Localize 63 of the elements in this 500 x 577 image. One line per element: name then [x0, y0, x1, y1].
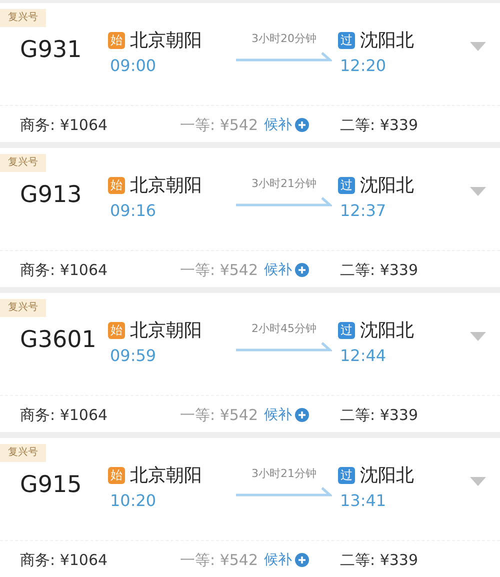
station-tag: 始 [108, 32, 125, 49]
waitlist-button[interactable]: 候补 [264, 260, 309, 281]
fare-text: 一等: ¥542 [180, 260, 258, 281]
train-number: G913 [20, 181, 83, 210]
plus-icon [295, 553, 309, 568]
station-name: 沈阳北 [360, 174, 414, 198]
fare-text: 二等: ¥339 [340, 550, 418, 571]
station-name: 沈阳北 [360, 29, 414, 53]
duration-text: 3小时21分钟 [252, 466, 316, 482]
train-number: G915 [20, 471, 83, 500]
dropdown-icon[interactable] [470, 332, 486, 342]
duration-text: 2小时45分钟 [252, 321, 316, 337]
station-tag: 过 [338, 322, 355, 339]
train-type-badge: 复兴号 [0, 154, 46, 172]
fare-text: 一等: ¥542 [180, 550, 258, 571]
station-tag: 始 [108, 177, 125, 194]
station-tag: 过 [338, 32, 355, 49]
plus-icon [295, 263, 309, 278]
fare-text: 商务: ¥1064 [20, 115, 108, 136]
fare-text: 商务: ¥1064 [20, 405, 108, 426]
dropdown-icon[interactable] [470, 477, 486, 486]
time-text: 12:44 [340, 345, 388, 367]
dropdown-icon[interactable] [470, 42, 486, 52]
plus-icon [295, 118, 309, 132]
waitlist-button[interactable]: 候补 [264, 404, 309, 426]
waitlist-button[interactable]: 候补 [264, 550, 309, 571]
time-text: 12:37 [340, 200, 388, 222]
station-name: 北京朝阳 [130, 319, 202, 343]
train-type-badge: 复兴号 [0, 444, 46, 462]
train-type-badge: 复兴号 [0, 299, 46, 317]
fare-text: 一等: ¥542 [180, 405, 258, 426]
duration-text: 3小时20分钟 [252, 31, 316, 47]
dropdown-icon[interactable] [470, 187, 486, 196]
time-text: 09:00 [110, 55, 158, 77]
train-card[interactable]: 复兴号 G913 始 北京朝阳 09:16 3小时21分钟 过 沈阳北 12:37 商务: ¥1064 一等: ¥542 候补 二等: ¥339 [0, 148, 500, 287]
train-number: G931 [20, 36, 83, 65]
time-text: 09:16 [110, 200, 158, 222]
station-name: 北京朝阳 [130, 464, 202, 488]
waitlist-button[interactable]: 候补 [264, 114, 309, 136]
fare-text: 二等: ¥339 [340, 260, 418, 281]
fare-text: 二等: ¥339 [340, 115, 418, 136]
fare-text: 一等: ¥542 [180, 115, 258, 136]
station-name: 北京朝阳 [130, 174, 202, 198]
train-card[interactable]: 复兴号 G931 始 北京朝阳 09:00 3小时20分钟 过 沈阳北 12:20 商务: ¥1064 一等: ¥542 候补 二等: ¥339 [0, 3, 500, 142]
station-tag: 过 [338, 177, 355, 194]
plus-icon [295, 408, 309, 422]
train-type-badge: 复兴号 [0, 9, 46, 27]
fare-text: 商务: ¥1064 [20, 550, 108, 571]
fare-text: 商务: ¥1064 [20, 260, 108, 281]
fare-text: 二等: ¥339 [340, 405, 418, 426]
train-number: G3601 [20, 326, 98, 355]
time-text: 10:20 [110, 490, 158, 512]
train-card[interactable]: 复兴号 G915 始 北京朝阳 10:20 3小时21分钟 过 沈阳北 13:41 商务: ¥1064 一等: ¥542 候补 二等: ¥339 [0, 438, 500, 577]
time-text: 13:41 [340, 490, 388, 512]
station-tag: 始 [108, 467, 125, 484]
duration-text: 3小时21分钟 [252, 176, 316, 192]
station-name: 沈阳北 [360, 319, 414, 343]
station-name: 北京朝阳 [130, 29, 202, 53]
station-tag: 过 [338, 467, 355, 484]
station-tag: 始 [108, 322, 125, 339]
station-name: 沈阳北 [360, 464, 414, 488]
time-text: 12:20 [340, 55, 388, 77]
time-text: 09:59 [110, 345, 158, 367]
